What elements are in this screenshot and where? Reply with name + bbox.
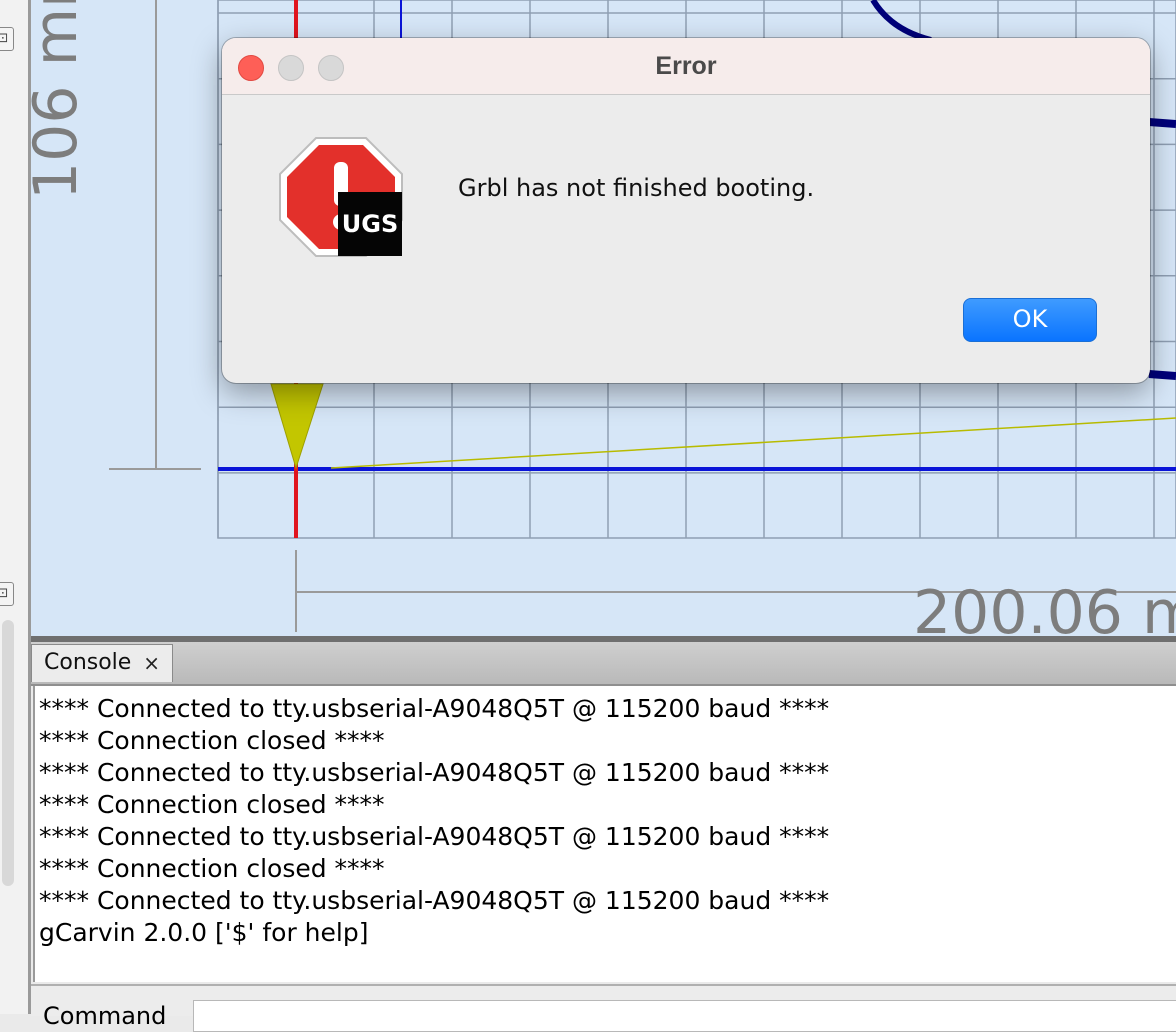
left-panel-strip: ⊡ ⊡ xyxy=(0,0,31,1014)
height-dimension-label: 106 mm xyxy=(31,0,91,200)
tool-icon xyxy=(270,383,324,470)
console-line: **** Connected to tty.usbserial-A9048Q5T… xyxy=(39,694,830,723)
tab-console-label: Console xyxy=(44,650,132,675)
console-line: **** Connected to tty.usbserial-A9048Q5T… xyxy=(39,886,830,915)
restore-window-icon[interactable]: ⊡ xyxy=(0,27,14,51)
console-output[interactable]: **** Connected to tty.usbserial-A9048Q5T… xyxy=(33,686,1176,982)
error-dialog: Error UGS Grbl has not finished booting.… xyxy=(222,38,1150,383)
console-line: **** Connection closed **** xyxy=(39,854,385,883)
width-dimension-label: 200.06 m xyxy=(913,578,1176,636)
console-line: **** Connection closed **** xyxy=(39,726,385,755)
toolpath-segment xyxy=(1148,370,1176,380)
ugs-logo: UGS xyxy=(338,192,402,256)
console-line: **** Connected to tty.usbserial-A9048Q5T… xyxy=(39,758,830,787)
command-row: Command xyxy=(31,984,1176,1032)
command-label: Command xyxy=(43,1002,167,1030)
dialog-message: Grbl has not finished booting. xyxy=(458,174,815,202)
command-input[interactable] xyxy=(193,1000,1176,1032)
scrollbar[interactable] xyxy=(2,620,14,886)
dialog-title: Error xyxy=(655,52,717,80)
restore-window-icon[interactable]: ⊡ xyxy=(0,582,14,606)
toolpath-arc xyxy=(870,0,932,43)
console-line: **** Connection closed **** xyxy=(39,790,385,819)
ok-button[interactable]: OK xyxy=(963,298,1097,342)
console-tab-bar: Console × xyxy=(31,642,1176,686)
rapid-move-line xyxy=(330,417,1176,469)
console-line: **** Connected to tty.usbserial-A9048Q5T… xyxy=(39,822,830,851)
toolpath-segment xyxy=(1148,118,1176,128)
tab-console[interactable]: Console × xyxy=(31,644,173,682)
dialog-titlebar[interactable]: Error xyxy=(222,38,1150,95)
console-line: gCarvin 2.0.0 ['$' for help] xyxy=(39,918,369,947)
close-icon[interactable]: × xyxy=(143,645,160,681)
